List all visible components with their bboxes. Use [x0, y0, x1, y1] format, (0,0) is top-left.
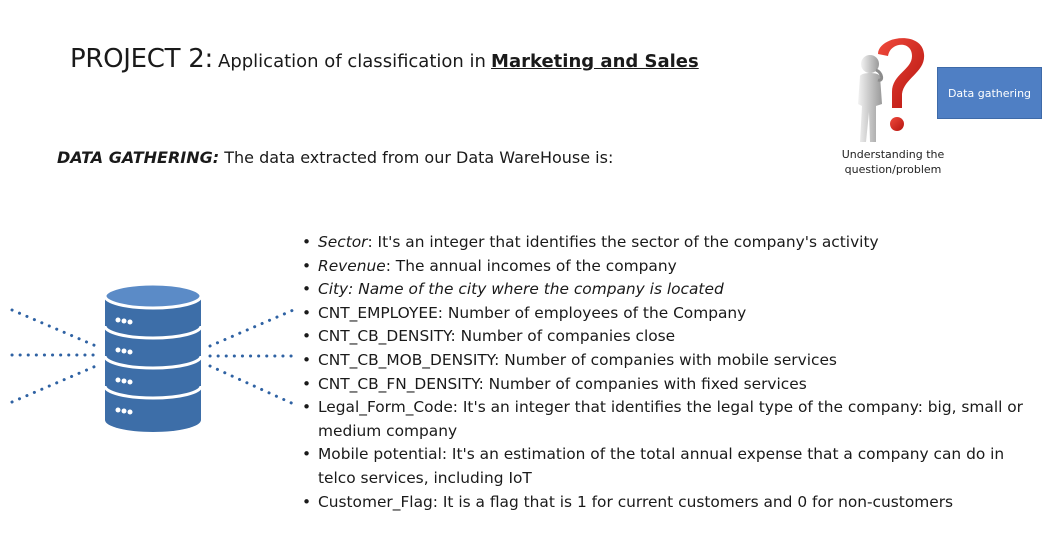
thinker-question-icon — [858, 38, 925, 142]
understanding-caption: Understanding the question/problem — [838, 147, 948, 177]
list-item: CNT_EMPLOYEE: Number of employees of the… — [300, 302, 1045, 326]
title-highlight: Marketing and Sales — [491, 51, 699, 72]
caption-line-1: Understanding the — [841, 148, 945, 161]
project-label: PROJECT 2: — [70, 44, 213, 74]
badge-label: Data gathering — [947, 86, 1032, 100]
list-item: Mobile potential: It's an estimation of … — [300, 443, 1045, 490]
slide-title: PROJECT 2: Application of classification… — [70, 44, 699, 74]
list-item: Legal_Form_Code: It's an integer that id… — [300, 396, 1045, 443]
list-item: Revenue: The annual incomes of the compa… — [300, 255, 1045, 279]
list-item: CNT_CB_FN_DENSITY: Number of companies w… — [300, 373, 1045, 397]
list-item: CNT_CB_DENSITY: Number of companies clos… — [300, 325, 1045, 349]
list-item: Customer_Flag: It is a flag that is 1 fo… — [300, 491, 1045, 515]
list-item: Sector: It's an integer that identifies … — [300, 231, 1045, 255]
data-gathering-subtitle: DATA GATHERING: The data extracted from … — [57, 148, 613, 167]
data-gathering-badge: Data gathering — [937, 67, 1042, 119]
caption-line-2: question/problem — [844, 163, 942, 176]
database-icon — [10, 282, 300, 432]
list-item: City: Name of the city where the company… — [300, 278, 1045, 302]
list-item: CNT_CB_MOB_DENSITY: Number of companies … — [300, 349, 1045, 373]
subtitle-text: The data extracted from our Data WareHou… — [224, 148, 614, 167]
variable-list: Sector: It's an integer that identifies … — [300, 231, 1045, 514]
subtitle-lead: DATA GATHERING: — [57, 148, 220, 167]
title-prefix: Application of classification in — [218, 51, 486, 72]
